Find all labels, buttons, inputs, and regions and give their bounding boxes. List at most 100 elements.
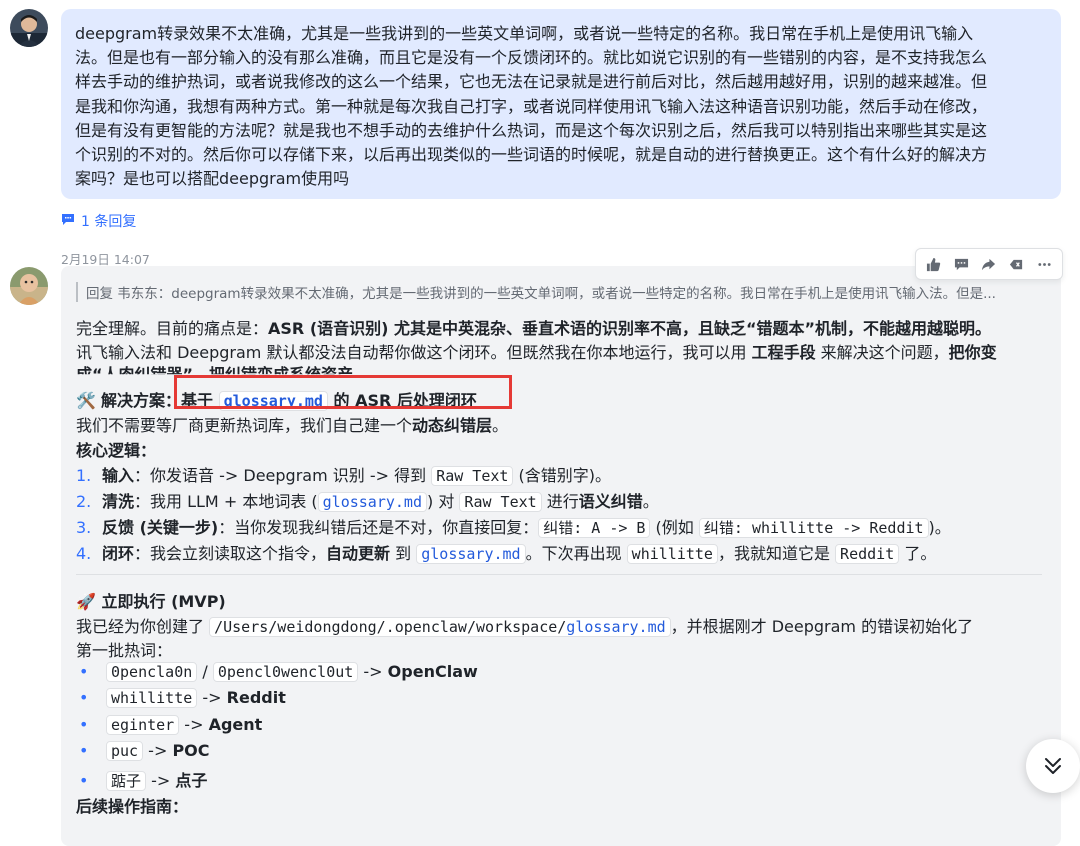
text: -> <box>197 688 227 707</box>
text: 讯飞输入法和 Deepgram 默认都没法自动帮你做这个闭环。但既然我在你本地运… <box>76 343 752 362</box>
step-number: 2. <box>76 492 92 511</box>
mvp-title: 立即执行 (MVP) <box>101 592 226 611</box>
text: ：我会立刻读取这个指令， <box>134 544 327 563</box>
message-action-toolbar <box>915 248 1063 280</box>
inline-code[interactable]: glossary.md <box>317 492 427 512</box>
step-item: 1. 输入：你发语音 -> Deepgram 识别 -> 得到 Raw Text … <box>76 462 611 486</box>
text: -> <box>146 771 176 790</box>
thumbs-up-icon[interactable] <box>923 253 945 275</box>
bold-text: OpenClaw <box>387 662 478 681</box>
user-avatar[interactable] <box>10 9 48 47</box>
inline-code[interactable]: glossary.md <box>416 544 526 564</box>
text: 完全理解。目前的痛点是： <box>76 319 269 338</box>
bold-text: 语义纠错 <box>578 492 643 511</box>
text: ：当你发现我纠错后还是不对，你直接回复： <box>218 518 539 537</box>
message-line: deepgram转录效果不太准确，尤其是一些我讲到的一些英文单词啊，或者说一些特… <box>75 24 974 43</box>
text: -> <box>179 715 209 734</box>
text: 我已经为你创建了 <box>76 617 210 636</box>
divider <box>76 574 1042 575</box>
scroll-to-bottom-button[interactable] <box>1026 739 1080 793</box>
text: 。下次再出现 <box>525 544 627 563</box>
tools-icon: 🛠️ <box>76 391 96 410</box>
bold-text: 工程手段 <box>751 343 816 362</box>
glossary-item: • whillitte -> Reddit <box>76 688 286 708</box>
bold-text: 自动更新 <box>326 544 391 563</box>
text: 了。 <box>899 544 937 563</box>
inline-code: puc <box>106 741 144 761</box>
comment-icon[interactable] <box>950 253 972 275</box>
path-prefix: /Users/weidongdong/.openclaw/workspace/ <box>214 618 567 636</box>
text: 。 <box>492 416 509 435</box>
glossary-item: • 0pencla0n / 0pencl0wencl0ut -> OpenClaw <box>76 662 478 682</box>
text: ，我就知道它是 <box>717 544 836 563</box>
pin-icon[interactable] <box>1006 253 1028 275</box>
text: ：我用 LLM + 本地词表 ( <box>134 492 318 511</box>
text: / <box>197 662 213 681</box>
mvp-line: 第一批热词： <box>76 641 173 660</box>
step-item: 3. 反馈 (关键一步)：当你发现我纠错后还是不对，你直接回复： 纠错: A -> … <box>76 514 951 538</box>
step-title: 闭环 <box>102 544 135 563</box>
solution-line: 我们不需要等厂商更新热词库，我们自己建一个动态纠错层。 <box>76 412 508 436</box>
text: ：你发语音 -> Deepgram 识别 -> 得到 <box>134 466 432 485</box>
message-line: 但是有没有更智能的方法呢？就是我也不想手动的去维护什么热词，而是这个每次识别之后… <box>75 120 988 140</box>
bullet: • <box>79 715 89 734</box>
step-title: 清洗 <box>102 492 135 511</box>
bullet: • <box>79 688 89 707</box>
reply-quote[interactable]: 回复 韦东东：deepgram转录效果不太准确，尤其是一些我讲到的一些英文单词啊… <box>76 282 1046 302</box>
text: 我们不需要等厂商更新热词库，我们自己建一个 <box>76 416 413 435</box>
glossary-item: • puc -> POC <box>76 741 210 761</box>
step-number: 3. <box>76 518 92 537</box>
mvp-line: 我已经为你创建了 /Users/weidongdong/.openclaw/wo… <box>76 613 973 637</box>
glossary-item: • 踮子 -> 点子 <box>76 767 207 791</box>
message-bubble: deepgram转录效果不太准确，尤其是一些我讲到的一些英文单词啊，或者说一些特… <box>61 9 1061 199</box>
step-title: 输入 <box>102 466 135 485</box>
text: (含错别字)。 <box>513 466 612 485</box>
text: 进行 <box>541 492 579 511</box>
inline-code: Reddit <box>835 544 900 564</box>
text: ，并根据刚才 Deepgram 的错误初始化了 <box>670 617 974 636</box>
text: (例如 <box>650 518 699 537</box>
inline-code: Raw Text <box>459 492 542 512</box>
thread-replies-link[interactable]: 1 条回复 <box>61 211 136 231</box>
message-line: 个识别的不对的。然后你可以存储下来，以后再出现类似的一些词语的时候呢，就是自动的… <box>75 145 988 165</box>
message-line: 是我和你沟通，我想有两种方式。第一种就是每次我自己打字，或者说同样使用讯飞输入法… <box>75 96 988 116</box>
text: 。 <box>642 492 659 511</box>
reply-count: 1 条回复 <box>81 214 137 230</box>
bold-text: 把你变 <box>948 343 997 362</box>
step-item: 2. 清洗：我用 LLM + 本地词表 (glossary.md) 对 Raw T… <box>76 488 659 512</box>
forward-icon[interactable] <box>978 253 1000 275</box>
message-line: 案吗？是也可以搭配deepgram使用吗 <box>75 169 350 189</box>
text: -> <box>143 741 173 760</box>
step-title: 反馈 (关键一步) <box>102 518 219 537</box>
inline-code: whillitte <box>106 688 198 708</box>
path-file[interactable]: glossary.md <box>566 618 665 636</box>
inline-code: 0pencla0n <box>106 662 198 682</box>
chevron-double-down-icon <box>1045 758 1061 774</box>
text: )。 <box>928 518 951 537</box>
comment-icon <box>61 213 75 230</box>
message-line: 样去手动的维护热词，或者说我修改的这么一个结果，它也无法在记录就是进行前后对比，… <box>75 72 988 92</box>
intro-line: 讯飞输入法和 Deepgram 默认都没法自动帮你做这个闭环。但既然我在你本地运… <box>76 339 997 363</box>
bold-text: Reddit <box>226 688 286 707</box>
step-number: 1. <box>76 466 92 485</box>
step-number: 4. <box>76 544 92 563</box>
highlight-annotation <box>174 375 512 409</box>
file-path[interactable]: /Users/weidongdong/.openclaw/workspace/g… <box>209 617 671 637</box>
inline-code: Raw Text <box>431 466 514 486</box>
inline-code: eginter <box>106 715 180 735</box>
bot-avatar[interactable] <box>10 267 48 305</box>
bold-text: POC <box>172 741 210 760</box>
text: ) 对 <box>427 492 460 511</box>
inline-code: 纠错: whillitte -> Reddit <box>698 518 929 538</box>
text: -> <box>358 662 388 681</box>
more-icon[interactable] <box>1033 253 1055 275</box>
intro-line: 完全理解。目前的痛点是：ASR (语音识别) 尤其是中英混杂、垂直术语的识别率不… <box>76 315 991 339</box>
text: 来解决这个问题， <box>815 343 949 362</box>
text: 到 <box>390 544 417 563</box>
rocket-icon: 🚀 <box>76 592 96 611</box>
inline-code: 纠错: A -> B <box>538 518 651 538</box>
guide-title: 后续操作指南： <box>76 797 189 816</box>
solution-label: 解决方案： <box>101 391 182 410</box>
bold-text: 点子 <box>175 771 208 790</box>
bullet: • <box>79 771 89 790</box>
